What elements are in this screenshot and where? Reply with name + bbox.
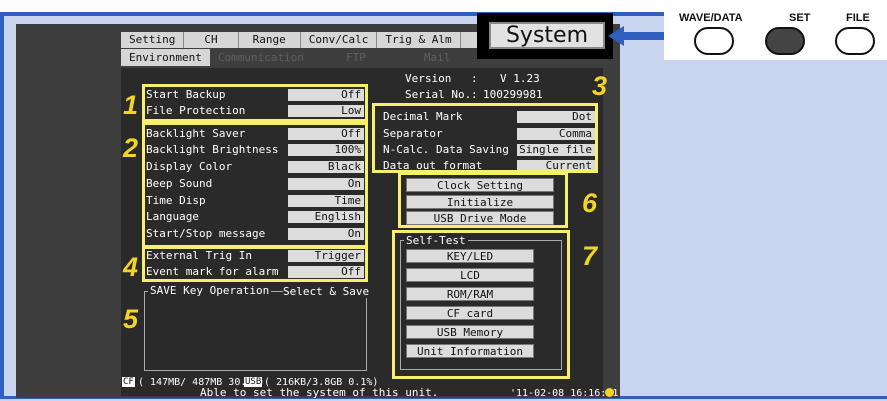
self-test-lcd-button[interactable]: LCD	[406, 268, 534, 282]
tab-system[interactable]: System	[489, 22, 605, 49]
frame-top	[0, 0, 887, 12]
callout-6: 6	[582, 188, 598, 218]
serial-sep: :	[471, 88, 478, 101]
file-key[interactable]	[835, 27, 875, 55]
subtab-environment[interactable]: Environment	[121, 49, 210, 66]
callout-1: 1	[123, 90, 139, 120]
file-key-label: FILE	[846, 12, 870, 24]
self-test-title: Self-Test	[404, 234, 468, 247]
self-test-key-led-button[interactable]: KEY/LED	[406, 249, 534, 263]
save-key-title: SAVE Key Operation	[148, 284, 272, 297]
arrow-left-icon	[608, 26, 670, 46]
tab-conv-calc[interactable]: Conv/Calc	[301, 32, 378, 48]
highlight-box-2	[142, 122, 368, 248]
tab-trig-alm[interactable]: Trig & Alm	[377, 32, 461, 48]
version-sep: :	[471, 72, 478, 85]
wave-data-key[interactable]	[694, 27, 734, 55]
highlight-box-4	[142, 246, 368, 282]
initialize-button[interactable]: Initialize	[406, 195, 554, 209]
tab-ch[interactable]: CH	[184, 32, 239, 48]
frame-left-line	[0, 16, 4, 399]
self-test-usb-memory-button[interactable]: USB Memory	[406, 325, 534, 339]
version-value: V 1.23	[500, 72, 540, 85]
cf-icon: CF	[122, 377, 135, 387]
callout-4: 4	[123, 252, 139, 282]
tab-range[interactable]: Range	[239, 32, 301, 48]
set-key[interactable]	[765, 27, 805, 55]
serial-value: 100299981	[483, 88, 543, 101]
subtab-communication[interactable]: Communication	[210, 49, 312, 66]
save-key-group	[144, 291, 367, 371]
wave-data-key-label: WAVE/DATA	[679, 12, 743, 24]
callout-2: 2	[123, 133, 139, 163]
highlight-box-1	[142, 84, 368, 122]
highlight-box-3	[372, 103, 598, 173]
callout-5: 5	[123, 304, 139, 334]
set-key-label: SET	[789, 12, 811, 24]
self-test-cf-card-button[interactable]: CF card	[406, 306, 534, 320]
serial-label: Serial No.	[405, 88, 472, 101]
clock-setting-button[interactable]: Clock Setting	[406, 178, 554, 192]
callout-3: 3	[592, 71, 608, 101]
self-test-unit-information-button[interactable]: Unit Information	[406, 344, 534, 358]
datetime: '11-02-08 16:16:41	[510, 388, 619, 399]
status-indicator-icon	[605, 388, 614, 397]
self-test-rom-ram-button[interactable]: ROM/RAM	[406, 287, 534, 301]
version-label: Version	[405, 72, 452, 85]
subtab-mail[interactable]: Mail	[400, 49, 475, 66]
save-key-value[interactable]: Select & Save	[283, 285, 370, 298]
subtab-ftp[interactable]: FTP	[312, 49, 400, 66]
tab-setting[interactable]: Setting	[121, 32, 185, 48]
status-message: Able to set the system of this unit.	[200, 386, 439, 399]
callout-7: 7	[582, 241, 598, 271]
usb-drive-mode-button[interactable]: USB Drive Mode	[406, 211, 554, 225]
